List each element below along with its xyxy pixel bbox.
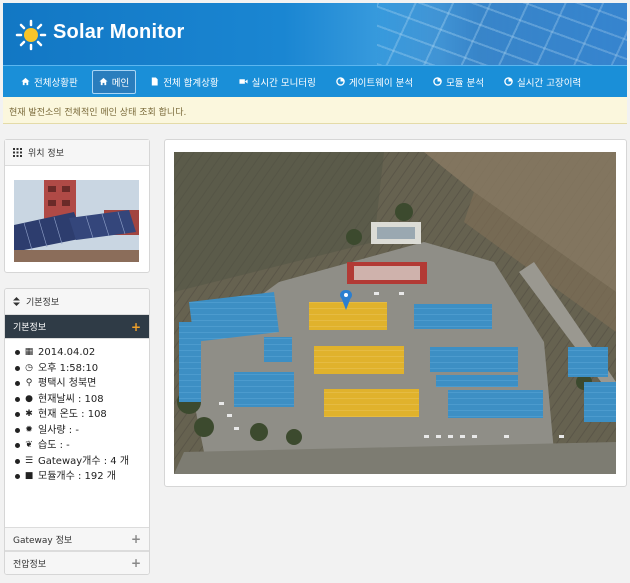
plus-icon: +	[130, 319, 141, 334]
site-photo	[14, 180, 139, 262]
solar-panel-banner	[377, 3, 627, 65]
chart-icon	[433, 77, 442, 86]
page-description: 현재 발전소의 전체적인 메인 상태 조회 합니다.	[3, 97, 627, 124]
basic-info-list: ▦ 2014.04.02 ◷ 오후 1:58:10 ⚲ 평택시 청북면 ● 현재날씨 :…	[5, 339, 149, 493]
section-label: 기본정보	[13, 323, 47, 333]
location-panel-title: 위치 정보	[28, 149, 64, 159]
location-panel: 위치 정보	[4, 139, 150, 273]
info-gateway-count: Gateway개수 : 4 개	[38, 455, 130, 467]
nav-label: 모듈 분석	[446, 77, 485, 89]
info-humidity: 습도 : -	[38, 440, 70, 451]
nav-label: 전체 합계상황	[163, 77, 219, 89]
list-item: ⚲ 평택시 청북면	[15, 376, 143, 392]
grid-icon	[13, 148, 22, 157]
plus-icon: +	[130, 532, 141, 546]
nav-realtime-monitoring[interactable]: 실시간 모니터링	[233, 70, 322, 94]
file-icon	[151, 77, 158, 86]
basic-info-section-toggle[interactable]: 기본정보 +	[5, 315, 149, 339]
nav-label: 게이트웨이 분석	[348, 77, 414, 89]
nav-label: 전체상황판	[34, 77, 78, 89]
info-weather: 현재날씨 : 108	[38, 393, 104, 405]
clock-icon: ◷	[25, 362, 33, 373]
info-irradiance: 일사량 : -	[38, 424, 79, 436]
list-item: ✹ 일사량 : -	[15, 423, 143, 439]
location-panel-header: 위치 정보	[5, 140, 149, 166]
home-icon	[99, 77, 108, 86]
sun-logo-icon	[15, 19, 47, 51]
info-time: 오후 1:58:10	[38, 362, 99, 374]
power-info-toggle[interactable]: 전압정보 +	[5, 551, 149, 574]
list-item: ☰ Gateway개수 : 4 개	[15, 454, 143, 470]
list-item: ● 현재날씨 : 108	[15, 392, 143, 408]
satellite-map[interactable]	[174, 152, 616, 474]
asterisk-icon: ✱	[25, 409, 33, 419]
nav-total-summary[interactable]: 전체 합계상황	[144, 70, 224, 94]
app-title: Solar Monitor	[53, 21, 185, 43]
map-marker-icon: ⚲	[25, 378, 33, 388]
chart-icon	[336, 77, 345, 86]
list-item: ❦ 습도 : -	[15, 438, 143, 454]
info-module-count: 모듈개수 : 192 개	[38, 471, 116, 482]
app-header: Solar Monitor	[3, 3, 627, 65]
gateway-info-label: Gateway 정보	[13, 535, 73, 546]
sort-icon	[13, 297, 20, 306]
main-nav: 전체상황판 메인 전체 합계상황 실시간 모니터링 게이트웨이 분석 모듈 분석…	[3, 65, 627, 97]
info-temperature: 현재 온도 : 108	[38, 409, 107, 420]
video-camera-icon	[239, 79, 248, 84]
list-item: ✱ 현재 온도 : 108	[15, 407, 143, 423]
info-location: 평택시 청북면	[38, 378, 97, 389]
list-item: ▦ 2014.04.02	[15, 345, 143, 361]
nav-realtime-fault-history[interactable]: 실시간 고장이력	[498, 70, 587, 94]
basic-info-header[interactable]: 기본정보	[5, 289, 149, 315]
list-icon: ☰	[24, 455, 34, 466]
list-item: ◷ 오후 1:58:10	[15, 361, 143, 377]
home-icon	[21, 77, 30, 86]
basic-info-title: 기본정보	[26, 298, 60, 308]
nav-dashboard[interactable]: 전체상황판	[15, 70, 84, 94]
leaf-icon: ❦	[25, 440, 33, 450]
power-info-label: 전압정보	[13, 559, 47, 570]
basic-info-panel: 기본정보 기본정보 + ▦ 2014.04.02 ◷ 오후 1:58:10 ⚲ 평택시…	[4, 288, 150, 575]
info-date: 2014.04.02	[38, 347, 96, 358]
calendar-icon: ▦	[24, 347, 34, 357]
list-item: ■ 모듈개수 : 192 개	[15, 469, 143, 485]
square-icon: ■	[24, 471, 34, 481]
nav-main[interactable]: 메인	[91, 69, 137, 94]
chart-icon	[504, 77, 513, 86]
nav-label: 메인	[111, 77, 130, 89]
gateway-info-toggle[interactable]: Gateway 정보 +	[5, 527, 149, 551]
sun-icon: ✹	[25, 424, 33, 435]
nav-module-analysis[interactable]: 모듈 분석	[427, 70, 490, 94]
nav-label: 실시간 모니터링	[251, 77, 316, 89]
nav-label: 실시간 고장이력	[517, 77, 582, 89]
comment-icon: ●	[25, 393, 33, 404]
nav-gateway-analysis[interactable]: 게이트웨이 분석	[330, 70, 419, 94]
plus-icon: +	[130, 556, 141, 570]
